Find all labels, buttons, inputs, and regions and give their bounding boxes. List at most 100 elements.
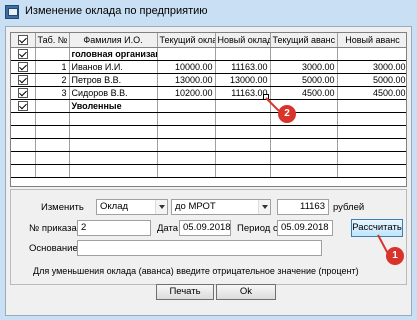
empty-cell xyxy=(157,151,216,165)
empty-cell xyxy=(215,138,271,152)
row-checkbox-cell[interactable] xyxy=(11,86,36,100)
cell-new-advance[interactable]: 4500.00 xyxy=(337,86,406,100)
order-label: № приказа xyxy=(29,223,77,234)
mode-select[interactable]: до МРОТ xyxy=(171,199,271,215)
cell-new-advance[interactable]: 5000.00 xyxy=(337,73,406,87)
mode-select-value: до МРОТ xyxy=(175,201,216,212)
cell-name[interactable]: Сидоров В.В. xyxy=(69,86,158,100)
cell-new-salary[interactable] xyxy=(215,99,271,113)
cell-tab[interactable] xyxy=(35,47,70,61)
amount-input[interactable]: 11163 xyxy=(277,199,329,215)
app-icon xyxy=(5,5,19,19)
col-name[interactable]: Фамилия И.О. xyxy=(69,33,158,48)
row-checkbox-cell[interactable] xyxy=(11,99,36,113)
change-select-value: Оклад xyxy=(100,201,129,212)
checkbox-icon[interactable] xyxy=(17,61,28,72)
checkbox-icon[interactable] xyxy=(17,100,28,111)
period-label: Период с xyxy=(237,223,278,234)
empty-row xyxy=(11,138,406,152)
col-tab-number[interactable]: Таб. № xyxy=(35,33,70,48)
table-row[interactable]: 3 Сидоров В.В. 10200.00 11163.00 4500.00 4500… xyxy=(11,86,406,100)
cell-name[interactable]: Иванов И.И. xyxy=(69,60,158,74)
empty-cell xyxy=(270,151,338,165)
empty-cell xyxy=(215,125,271,139)
cell-current-salary[interactable]: 10200.00 xyxy=(157,86,216,100)
empty-cell xyxy=(157,125,216,139)
change-label: Изменить xyxy=(41,202,84,213)
empty-cell xyxy=(157,138,216,152)
employees-grid[interactable]: Таб. № Фамилия И.О. Текущий оклад Новый … xyxy=(10,32,407,187)
empty-cell xyxy=(337,164,406,178)
title-bar: Изменение оклада по предприятию xyxy=(0,0,417,24)
empty-cell xyxy=(69,138,158,152)
table-row[interactable]: головная организаци xyxy=(11,47,406,61)
empty-cell xyxy=(35,151,70,165)
order-input[interactable]: 2 xyxy=(77,220,151,236)
cell-current-advance[interactable] xyxy=(270,47,338,61)
cell-new-salary[interactable] xyxy=(215,47,271,61)
grid-header: Таб. № Фамилия И.О. Текущий оклад Новый … xyxy=(11,33,406,48)
date-input[interactable]: 05.09.2018 xyxy=(179,220,231,236)
col-current-advance[interactable]: Текущий аванс xyxy=(270,33,338,48)
cell-new-salary[interactable]: 11163.00 xyxy=(215,60,271,74)
empty-cell xyxy=(337,138,406,152)
checkbox-icon[interactable] xyxy=(17,87,28,98)
empty-cell xyxy=(35,164,70,178)
table-row[interactable]: 1 Иванов И.И. 10000.00 11163.00 3000.00 3000.… xyxy=(11,60,406,74)
cell-new-salary[interactable]: 11163.00 xyxy=(215,86,271,100)
checkbox-icon[interactable] xyxy=(17,35,28,46)
cell-new-advance[interactable]: 3000.00 xyxy=(337,60,406,74)
chevron-down-icon[interactable] xyxy=(155,200,167,214)
empty-cell xyxy=(11,125,36,139)
row-checkbox-cell[interactable] xyxy=(11,73,36,87)
change-select[interactable]: Оклад xyxy=(96,199,168,215)
period-input[interactable]: 05.09.2018 xyxy=(277,220,333,236)
cell-name[interactable]: Петров В.В. xyxy=(69,73,158,87)
checkbox-icon[interactable] xyxy=(17,74,28,85)
cell-current-advance[interactable]: 4500.00 xyxy=(270,86,338,100)
cell-new-advance[interactable] xyxy=(337,99,406,113)
empty-cell xyxy=(69,151,158,165)
cell-current-advance[interactable]: 5000.00 xyxy=(270,73,338,87)
date-label: Дата xyxy=(157,223,179,234)
empty-row xyxy=(11,125,406,139)
cell-tab[interactable]: 3 xyxy=(35,86,70,100)
cell-tab[interactable]: 2 xyxy=(35,73,70,87)
empty-cell xyxy=(11,138,36,152)
cell-tab[interactable] xyxy=(35,99,70,113)
header-select-all[interactable] xyxy=(11,33,36,48)
table-row[interactable]: 2 Петров В.В. 13000.00 13000.00 5000.00 5000.… xyxy=(11,73,406,87)
empty-cell xyxy=(270,138,338,152)
row-checkbox-cell[interactable] xyxy=(11,47,36,61)
chevron-down-icon[interactable] xyxy=(258,200,270,214)
empty-cell xyxy=(69,125,158,139)
cell-current-advance[interactable]: 3000.00 xyxy=(270,60,338,74)
empty-row xyxy=(11,151,406,165)
empty-cell xyxy=(157,112,216,126)
col-new-advance[interactable]: Новый аванс xyxy=(337,33,406,48)
row-checkbox-cell[interactable] xyxy=(11,60,36,74)
cell-new-salary[interactable]: 13000.00 xyxy=(215,73,271,87)
empty-cell xyxy=(69,112,158,126)
cell-name[interactable]: головная организаци xyxy=(69,47,158,61)
dialog-body: Таб. № Фамилия И.О. Текущий оклад Новый … xyxy=(5,26,412,316)
table-row[interactable]: Уволенные xyxy=(11,99,406,113)
basis-input[interactable] xyxy=(77,240,322,256)
cell-new-advance[interactable] xyxy=(337,47,406,61)
cell-tab[interactable]: 1 xyxy=(35,60,70,74)
window-title: Изменение оклада по предприятию xyxy=(25,5,208,17)
empty-cell xyxy=(337,112,406,126)
print-button[interactable]: Печать xyxy=(156,284,214,300)
empty-cell xyxy=(337,151,406,165)
cell-name[interactable]: Уволенные xyxy=(69,99,158,113)
ok-button[interactable]: Ok xyxy=(216,284,276,300)
cell-current-salary[interactable] xyxy=(157,99,216,113)
col-current-salary[interactable]: Текущий оклад xyxy=(157,33,216,48)
cell-current-salary[interactable]: 10000.00 xyxy=(157,60,216,74)
empty-cell xyxy=(215,164,271,178)
checkbox-icon[interactable] xyxy=(17,48,28,59)
col-new-salary[interactable]: Новый оклад xyxy=(215,33,271,48)
cell-current-salary[interactable] xyxy=(157,47,216,61)
amount-unit: рублей xyxy=(333,202,365,213)
cell-current-salary[interactable]: 13000.00 xyxy=(157,73,216,87)
